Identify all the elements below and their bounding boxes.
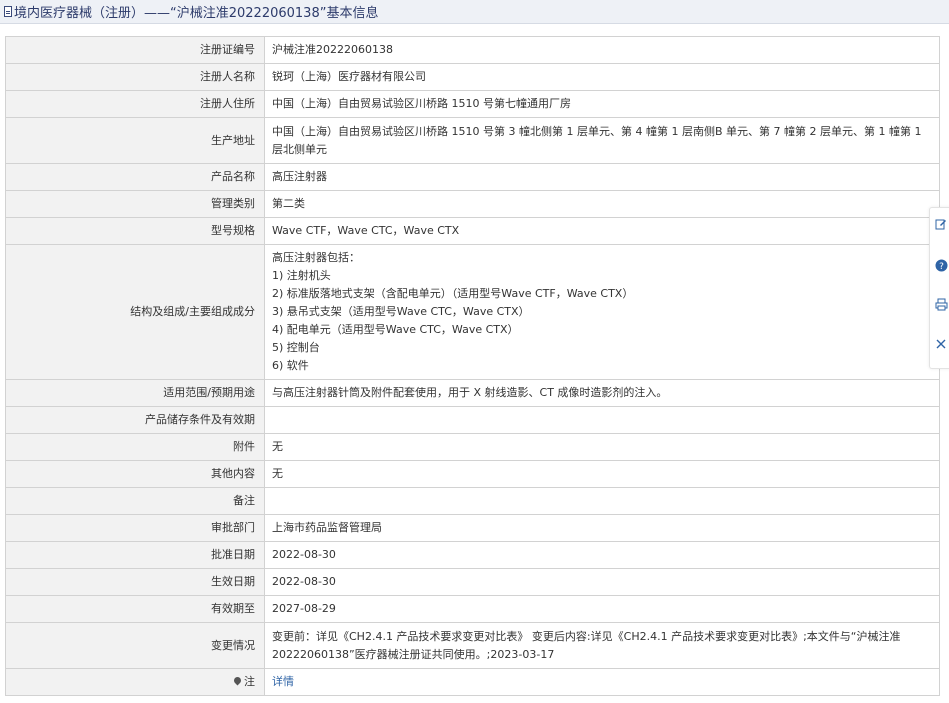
- table-row: 备注: [5, 487, 940, 515]
- row-label: 产品储存条件及有效期: [5, 406, 265, 434]
- row-value: 中国（上海）自由贸易试验区川桥路 1510 号第 3 幢北侧第 1 层单元、第 …: [264, 117, 940, 164]
- print-icon[interactable]: [935, 298, 949, 314]
- row-value: 高压注射器包括： 1) 注射机头 2) 标准版落地式支架（含配电单元）（适用型号…: [264, 244, 940, 380]
- table-row: 注册人名称 锐珂（上海）医疗器材有限公司: [5, 63, 940, 91]
- table-row: 管理类别 第二类: [5, 190, 940, 218]
- structure-line: 1) 注射机头: [272, 269, 331, 282]
- table-row: 注 详情: [5, 668, 940, 696]
- structure-line: 3) 悬吊式支架（适用型号Wave CTC，Wave CTX）: [272, 305, 530, 318]
- table-row: 附件 无: [5, 433, 940, 461]
- page-header: 境内医疗器械（注册）——“沪械注准20222060138”基本信息: [0, 0, 949, 24]
- row-label: 有效期至: [5, 595, 265, 623]
- row-value: 锐珂（上海）医疗器材有限公司: [264, 63, 940, 91]
- row-value: [264, 487, 940, 515]
- table-row: 生效日期 2022-08-30: [5, 568, 940, 596]
- row-value: 高压注射器: [264, 163, 940, 191]
- table-row: 适用范围/预期用途 与高压注射器针筒及附件配套使用，用于 X 射线造影、CT 成…: [5, 379, 940, 407]
- table-row: 注册证编号 沪械注准20222060138: [5, 36, 940, 64]
- structure-line: 2) 标准版落地式支架（含配电单元）（适用型号Wave CTF，Wave CTX…: [272, 287, 634, 300]
- row-label: 注册证编号: [5, 36, 265, 64]
- row-label: 审批部门: [5, 514, 265, 542]
- help-icon[interactable]: ?: [935, 259, 949, 275]
- table-row: 型号规格 Wave CTF，Wave CTC，Wave CTX: [5, 217, 940, 245]
- row-label: 生效日期: [5, 568, 265, 596]
- row-value: Wave CTF，Wave CTC，Wave CTX: [264, 217, 940, 245]
- row-label: 注册人名称: [5, 63, 265, 91]
- table-row: 生产地址 中国（上海）自由贸易试验区川桥路 1510 号第 3 幢北侧第 1 层…: [5, 117, 940, 164]
- row-label: 结构及组成/主要组成成分: [5, 244, 265, 380]
- row-value: 2022-08-30: [264, 568, 940, 596]
- structure-line: 5) 控制台: [272, 341, 320, 354]
- table-row: 产品名称 高压注射器: [5, 163, 940, 191]
- row-label: 生产地址: [5, 117, 265, 164]
- row-value: [264, 406, 940, 434]
- row-value: 上海市药品监督管理局: [264, 514, 940, 542]
- row-value: 第二类: [264, 190, 940, 218]
- page-title: 境内医疗器械（注册）——“沪械注准20222060138”基本信息: [14, 6, 379, 21]
- table-row: 审批部门 上海市药品监督管理局: [5, 514, 940, 542]
- details-link[interactable]: 详情: [272, 675, 294, 688]
- table-row: 其他内容 无: [5, 460, 940, 488]
- row-label: 注册人住所: [5, 90, 265, 118]
- table-row: 批准日期 2022-08-30: [5, 541, 940, 569]
- row-value: 2022-08-30: [264, 541, 940, 569]
- row-label: 注: [244, 675, 255, 688]
- row-label: 附件: [5, 433, 265, 461]
- structure-line: 6) 软件: [272, 359, 309, 372]
- row-value: 无: [264, 460, 940, 488]
- svg-text:?: ?: [939, 262, 944, 272]
- row-label: 产品名称: [5, 163, 265, 191]
- row-label: 适用范围/预期用途: [5, 379, 265, 407]
- edit-icon[interactable]: [935, 218, 949, 234]
- row-value: 无: [264, 433, 940, 461]
- table-row: 产品储存条件及有效期: [5, 406, 940, 434]
- side-toolbar: ?: [929, 207, 949, 369]
- table-row: 有效期至 2027-08-29: [5, 595, 940, 623]
- row-label: 管理类别: [5, 190, 265, 218]
- row-label: 其他内容: [5, 460, 265, 488]
- row-label: 批准日期: [5, 541, 265, 569]
- close-icon[interactable]: [935, 338, 949, 354]
- table-row: 结构及组成/主要组成成分 高压注射器包括： 1) 注射机头 2) 标准版落地式支…: [5, 244, 940, 380]
- pin-icon: [232, 675, 243, 686]
- row-value: 沪械注准20222060138: [264, 36, 940, 64]
- row-label: 备注: [5, 487, 265, 515]
- structure-line: 4) 配电单元（适用型号Wave CTC，Wave CTX）: [272, 323, 519, 336]
- table-row: 变更情况 变更前：详见《CH2.4.1 产品技术要求变更对比表》 变更后内容:详…: [5, 622, 940, 669]
- structure-line: 高压注射器包括：: [272, 251, 360, 264]
- table-row: 注册人住所 中国（上海）自由贸易试验区川桥路 1510 号第七幢通用厂房: [5, 90, 940, 118]
- detail-table: 注册证编号 沪械注准20222060138 注册人名称 锐珂（上海）医疗器材有限…: [5, 36, 940, 696]
- note-label-cell: 注: [5, 668, 265, 696]
- row-value: 2027-08-29: [264, 595, 940, 623]
- row-value: 详情: [264, 668, 940, 696]
- row-value: 中国（上海）自由贸易试验区川桥路 1510 号第七幢通用厂房: [264, 90, 940, 118]
- row-value: 与高压注射器针筒及附件配套使用，用于 X 射线造影、CT 成像时造影剂的注入。: [264, 379, 940, 407]
- row-value: 变更前：详见《CH2.4.1 产品技术要求变更对比表》 变更后内容:详见《CH2…: [264, 622, 940, 669]
- document-icon: [4, 6, 12, 17]
- row-label: 型号规格: [5, 217, 265, 245]
- row-label: 变更情况: [5, 622, 265, 669]
